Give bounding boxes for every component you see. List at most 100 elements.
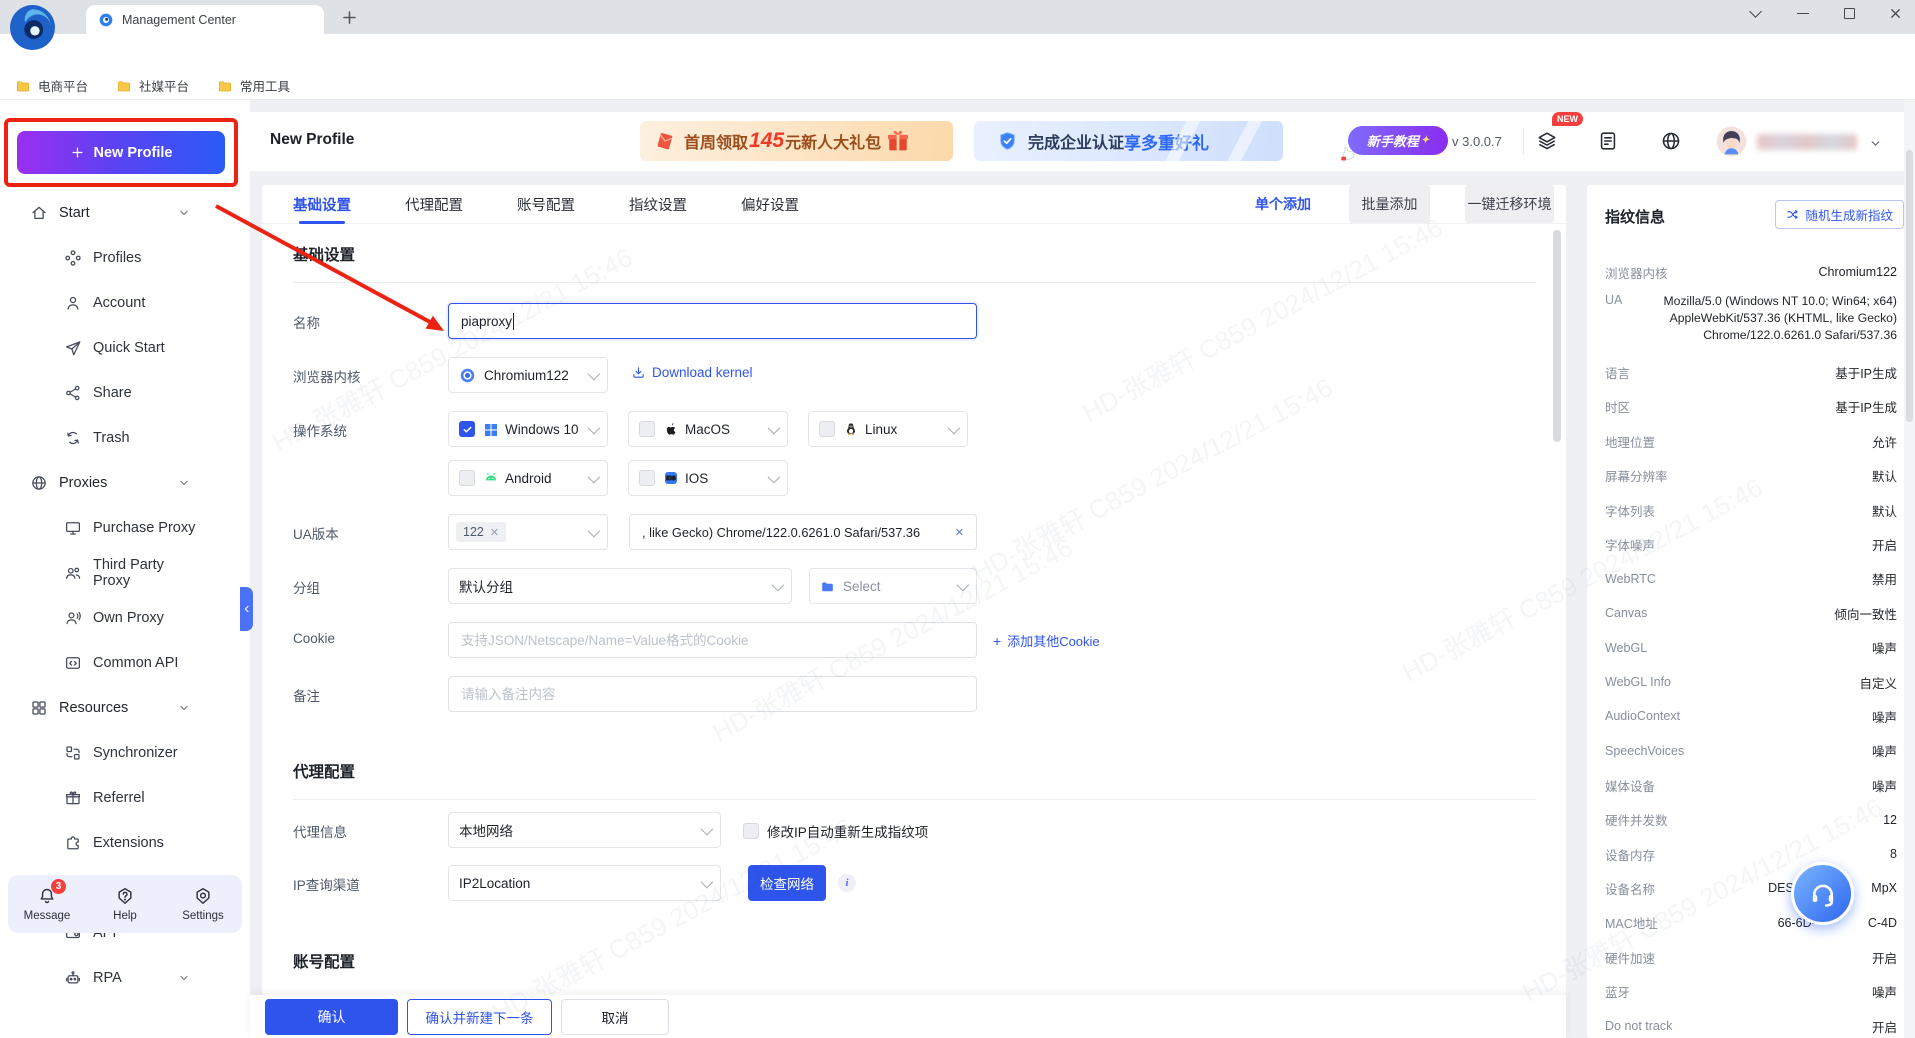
group-select[interactable]: 默认分组 [448, 568, 792, 604]
sidebar-item-trash[interactable]: Trash [0, 415, 250, 460]
window-chevron-icon[interactable] [1747, 5, 1764, 22]
os-select-windows-10[interactable]: Windows 10 [448, 411, 608, 447]
tag-remove-icon[interactable]: ✕ [490, 526, 499, 539]
chevron-down-icon [178, 207, 190, 219]
sidebar-item-resources[interactable]: Resources [0, 685, 250, 730]
maximize-button[interactable] [1841, 5, 1858, 22]
tab--[interactable]: 账号配置 [517, 185, 575, 224]
cancel-button[interactable]: 取消 [561, 998, 669, 1035]
manual-doc-icon[interactable] [1597, 130, 1619, 152]
sidebar-item-share[interactable]: Share [0, 370, 250, 415]
language-globe-icon[interactable] [1660, 130, 1682, 152]
os-option-label: IOS [685, 470, 709, 486]
bookmark--[interactable]: 电商平台 [15, 76, 88, 95]
message-count-badge: 3 [51, 879, 66, 894]
tutorial-badge[interactable]: 新手教程 ✦ [1348, 126, 1448, 155]
proxy-info-select[interactable]: 本地网络 [448, 812, 721, 848]
sidebar-item-quick-start[interactable]: Quick Start [0, 325, 250, 370]
sidebar-item-label: Extensions [93, 834, 164, 851]
new-profile-button[interactable]: New Profile [17, 131, 225, 174]
os-checkbox-android[interactable] [459, 470, 475, 486]
os-select-ios[interactable]: iOS IOS [628, 460, 788, 496]
form-scrollbar-thumb[interactable] [1553, 230, 1561, 442]
bookmark--[interactable]: 常用工具 [217, 76, 290, 95]
os-select-macos[interactable]: MacOS [628, 411, 788, 447]
promo-banner-newcomer[interactable]: 首周领取 145 元新人大礼包 [640, 121, 953, 161]
new-tab-button[interactable] [340, 8, 359, 27]
minimize-button[interactable] [1794, 5, 1811, 22]
regen-fingerprint-checkbox[interactable] [743, 823, 759, 839]
sidebar-item-common-api[interactable]: Common API [0, 640, 250, 685]
form-row-ua: UA版本 122 ✕ , like Gecko) Chrome/122.0.626… [293, 514, 1536, 550]
page-title: New Profile [270, 131, 355, 148]
os-checkbox-linux[interactable] [819, 421, 835, 437]
ua-string-input[interactable]: , like Gecko) Chrome/122.0.6261.0 Safari… [629, 514, 977, 550]
group-label: 分组 [293, 581, 320, 596]
tab--[interactable]: 代理配置 [405, 185, 463, 224]
clear-ua-icon[interactable]: ✕ [955, 526, 964, 539]
os-select-linux[interactable]: Linux [808, 411, 968, 447]
page-scrollbar-thumb[interactable] [1906, 150, 1913, 422]
add-cookie-link[interactable]: + 添加其他Cookie [993, 631, 1100, 650]
user-menu-chevron-icon[interactable] [1869, 137, 1882, 150]
footer-help[interactable]: Help [86, 875, 164, 933]
sidebar-item-extensions[interactable]: Extensions [0, 820, 250, 865]
check-network-button[interactable]: 检查网络 [748, 865, 826, 901]
fingerprint-value: Mozilla/5.0 (Windows NT 10.0; Win64; x64… [1663, 294, 1897, 343]
browser-tab[interactable]: Management Center [86, 5, 324, 34]
browser-tabstrip: Management Center [0, 0, 1915, 34]
confirm-button[interactable]: 确认 [265, 998, 398, 1035]
download-kernel-link[interactable]: Download kernel [631, 365, 753, 380]
sidebar-item-rpa[interactable]: RPA [0, 955, 250, 1000]
sidebar-item-label: RPA [93, 969, 122, 986]
promo2-highlight: 享多重好礼 [1124, 133, 1210, 153]
bookmark--[interactable]: 社媒平台 [116, 76, 189, 95]
layers-icon[interactable] [1536, 130, 1558, 152]
fingerprint-row-ua: UA Mozilla/5.0 (Windows NT 10.0; Win64; x… [1605, 289, 1897, 355]
user-avatar[interactable] [1716, 126, 1747, 157]
confirm-and-next-button[interactable]: 确认并新建下一条 [407, 998, 552, 1035]
random-fingerprint-button[interactable]: 随机生成新指纹 [1775, 200, 1904, 229]
close-button[interactable] [1888, 6, 1903, 21]
ip-channel-select[interactable]: IP2Location [448, 865, 721, 901]
ua-version-select[interactable]: 122 ✕ [448, 514, 608, 550]
os-checkbox-windows-10[interactable] [459, 421, 475, 437]
mode-tab--[interactable]: 批量添加 [1349, 185, 1430, 223]
info-icon[interactable]: i [838, 874, 856, 892]
sidebar-item-purchase-proxy[interactable]: Purchase Proxy [0, 505, 250, 550]
customer-support-button[interactable] [1791, 862, 1854, 925]
promo-banner-enterprise[interactable]: 完成企业认证 享多重好礼 [974, 121, 1283, 161]
mode-tab--[interactable]: 单个添加 [1245, 185, 1321, 223]
sidebar-collapse-handle[interactable] [240, 587, 253, 631]
footer-settings[interactable]: Settings [164, 875, 242, 933]
os-select-android[interactable]: Android [448, 460, 608, 496]
remark-input[interactable] [448, 676, 977, 712]
kernel-select[interactable]: Chromium122 [448, 357, 608, 393]
footer-message[interactable]: 3 Message [8, 875, 86, 933]
sidebar-item-proxies[interactable]: Proxies [0, 460, 250, 505]
sidebar-item-label: Start [59, 204, 90, 221]
bookmark-label: 社媒平台 [139, 80, 190, 94]
group-share-select[interactable]: Select [809, 568, 977, 604]
sidebar-item-third-party-proxy[interactable]: Third Party Proxy [0, 550, 250, 595]
fingerprint-row-mac-: MAC地址 66-6D- C-4D [1605, 906, 1897, 940]
sidebar-item-label: Referrel [93, 789, 145, 806]
mode-tab--[interactable]: 一键迁移环境 [1465, 185, 1554, 223]
os-checkbox-ios[interactable] [639, 470, 655, 486]
fingerprint-label: 设备名称 [1605, 882, 1656, 897]
sidebar-item-label: Share [93, 384, 132, 401]
folder [217, 78, 233, 94]
sidebar-item-start[interactable]: Start [0, 190, 250, 235]
os-checkbox-macos[interactable] [639, 421, 655, 437]
sidebar-item-account[interactable]: Account [0, 280, 250, 325]
trash-icon [64, 429, 82, 447]
cookie-input[interactable] [448, 622, 977, 658]
tab--[interactable]: 偏好设置 [741, 185, 799, 224]
sidebar-item-own-proxy[interactable]: Own Proxy [0, 595, 250, 640]
tab--[interactable]: 基础设置 [293, 185, 351, 224]
sidebar-item-profiles[interactable]: Profiles [0, 235, 250, 280]
tab--[interactable]: 指纹设置 [629, 185, 687, 224]
name-input[interactable]: piaproxy [448, 303, 977, 339]
sidebar-item-referrel[interactable]: Referrel [0, 775, 250, 820]
sidebar-item-synchronizer[interactable]: Synchronizer [0, 730, 250, 775]
